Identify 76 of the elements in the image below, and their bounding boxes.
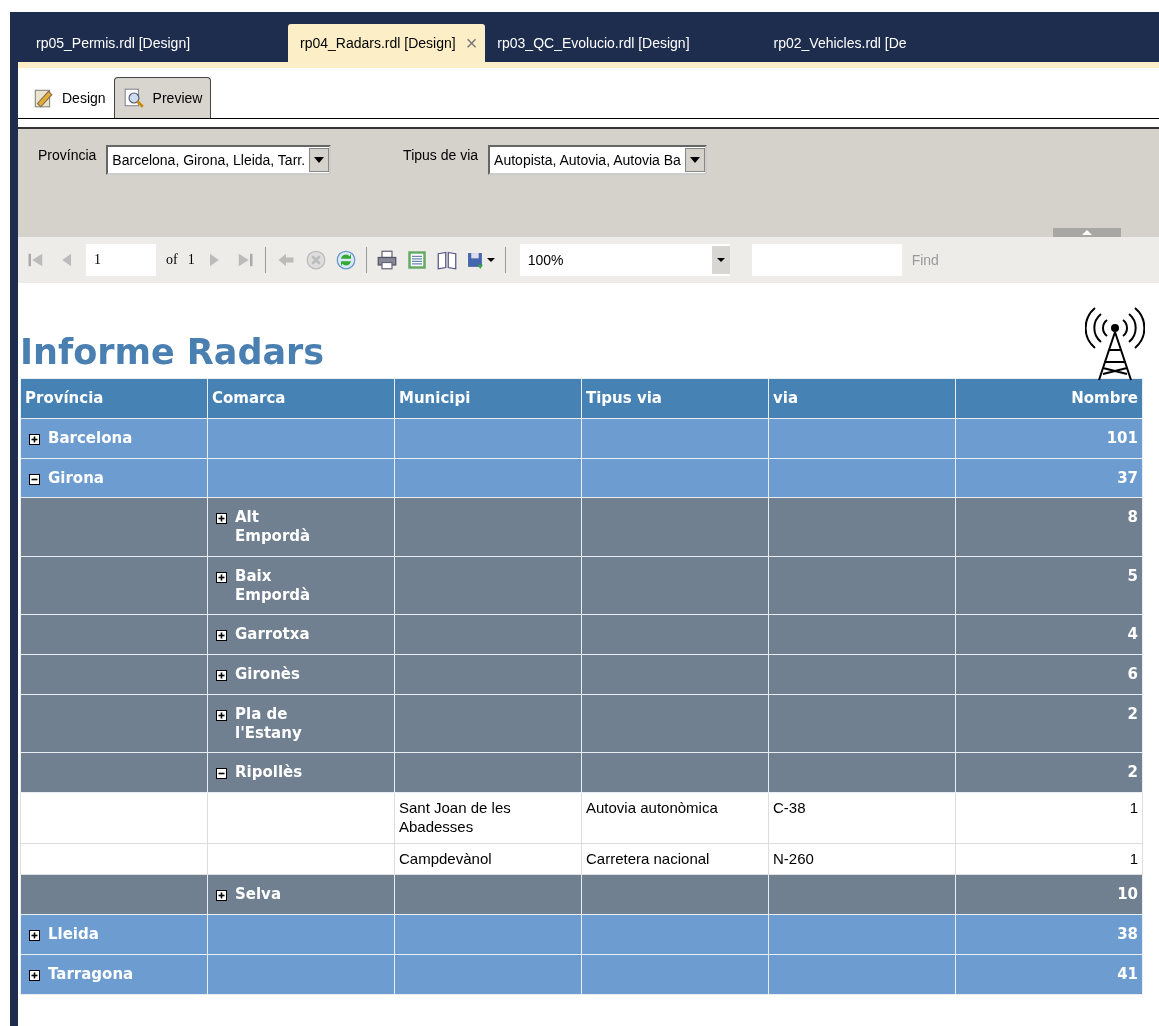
dropdown-arrow-icon xyxy=(314,157,325,163)
page-number-field[interactable]: 1 xyxy=(86,244,156,276)
column-header: Província xyxy=(20,378,208,419)
column-header: via xyxy=(768,378,956,419)
comarca-name: Selva xyxy=(235,885,283,904)
table-cell: 5 xyxy=(955,556,1143,615)
table-cell: N-260 xyxy=(768,843,956,875)
toggle-icon[interactable] xyxy=(216,571,227,583)
toggle-icon[interactable] xyxy=(216,630,227,642)
page-count: 1 xyxy=(187,252,195,268)
parameter-dropdown[interactable]: Autopista, Autovia, Autovia Ba xyxy=(488,145,707,175)
table-cell: 37 xyxy=(955,458,1143,498)
page-layout-icon[interactable] xyxy=(406,250,427,270)
comarca-name: Baix Empordà xyxy=(235,566,312,605)
toggle-icon[interactable] xyxy=(216,670,227,681)
province-name: Lleida xyxy=(48,925,99,944)
dropdown-arrow-icon xyxy=(689,157,700,163)
table-cell: 4 xyxy=(955,614,1143,655)
comarca-name: Garrotxa xyxy=(235,625,311,644)
parameter-label: Província xyxy=(38,146,97,163)
table-cell: 6 xyxy=(955,654,1143,695)
comarca-name: Pla de l'Estany xyxy=(235,704,303,743)
table-cell: C-38 xyxy=(768,792,956,843)
table-cell: Sant Joan de les Abadesses xyxy=(394,792,582,843)
table-cell: Carretera nacional xyxy=(581,843,769,875)
export-button[interactable] xyxy=(466,251,495,269)
table-cell: 1 xyxy=(955,792,1143,843)
parameter-dropdown[interactable]: Barcelona, Girona, Lleida, Tarr. xyxy=(106,145,332,175)
document-tab[interactable]: rp05_Permis.rdl [Design] xyxy=(26,24,288,62)
column-header: Municipi xyxy=(394,378,582,419)
column-header: Nombre xyxy=(955,378,1143,419)
comarca-name: Ripollès xyxy=(235,763,304,782)
table-cell: 1 xyxy=(955,843,1143,875)
caret-icon xyxy=(486,258,495,262)
print-icon[interactable] xyxy=(376,250,397,270)
table-cell: Campdevànol xyxy=(394,843,582,875)
column-header: Comarca xyxy=(207,378,395,419)
comarca-name: Alt Empordà xyxy=(235,508,312,546)
magnifier-icon xyxy=(122,87,145,109)
table-cell: 41 xyxy=(955,954,1143,994)
pencil-icon xyxy=(32,87,54,109)
caret-icon xyxy=(716,258,725,262)
province-name: Tarragona xyxy=(48,964,134,984)
close-icon[interactable]: × xyxy=(465,33,478,53)
toggle-icon[interactable] xyxy=(29,433,40,445)
collapse-arrow-icon xyxy=(1082,230,1092,235)
table-cell: 2 xyxy=(955,694,1143,753)
table-cell: 38 xyxy=(955,914,1143,955)
document-tab[interactable]: rp04_Radars.rdl [Design] × xyxy=(288,24,486,62)
report-title: Informe Radars xyxy=(20,332,325,374)
province-name: Girona xyxy=(48,468,104,488)
zoom-dropdown[interactable]: 100% xyxy=(519,244,730,276)
table-cell: 8 xyxy=(955,497,1143,557)
parameter-label: Tipus de via xyxy=(403,146,479,163)
table-cell: 2 xyxy=(955,752,1143,793)
save-icon xyxy=(466,251,484,269)
view-tab[interactable]: Design xyxy=(24,78,114,118)
toggle-icon[interactable] xyxy=(29,969,40,981)
toggle-icon[interactable] xyxy=(29,930,40,941)
toggle-icon[interactable] xyxy=(29,473,40,485)
table-cell: Autovia autonòmica xyxy=(581,792,769,843)
comarca-name: Gironès xyxy=(235,665,301,684)
toggle-icon[interactable] xyxy=(216,709,227,721)
table-cell: 10 xyxy=(955,874,1143,915)
column-header: Tipus via xyxy=(581,378,769,419)
toggle-icon[interactable] xyxy=(216,890,227,902)
view-tab[interactable]: Preview xyxy=(113,77,212,118)
book-icon[interactable] xyxy=(436,250,457,270)
province-name: Barcelona xyxy=(48,428,133,448)
refresh-icon[interactable] xyxy=(335,250,356,270)
of-label: of xyxy=(166,252,178,268)
document-tab[interactable]: rp03_QC_Evolucio.rdl [Design] xyxy=(485,24,714,62)
document-tab[interactable]: rp02_Vehicles.rdl [De xyxy=(713,24,907,62)
toggle-icon[interactable] xyxy=(216,768,227,780)
toggle-icon[interactable] xyxy=(216,513,227,525)
table-cell: 101 xyxy=(955,418,1143,458)
